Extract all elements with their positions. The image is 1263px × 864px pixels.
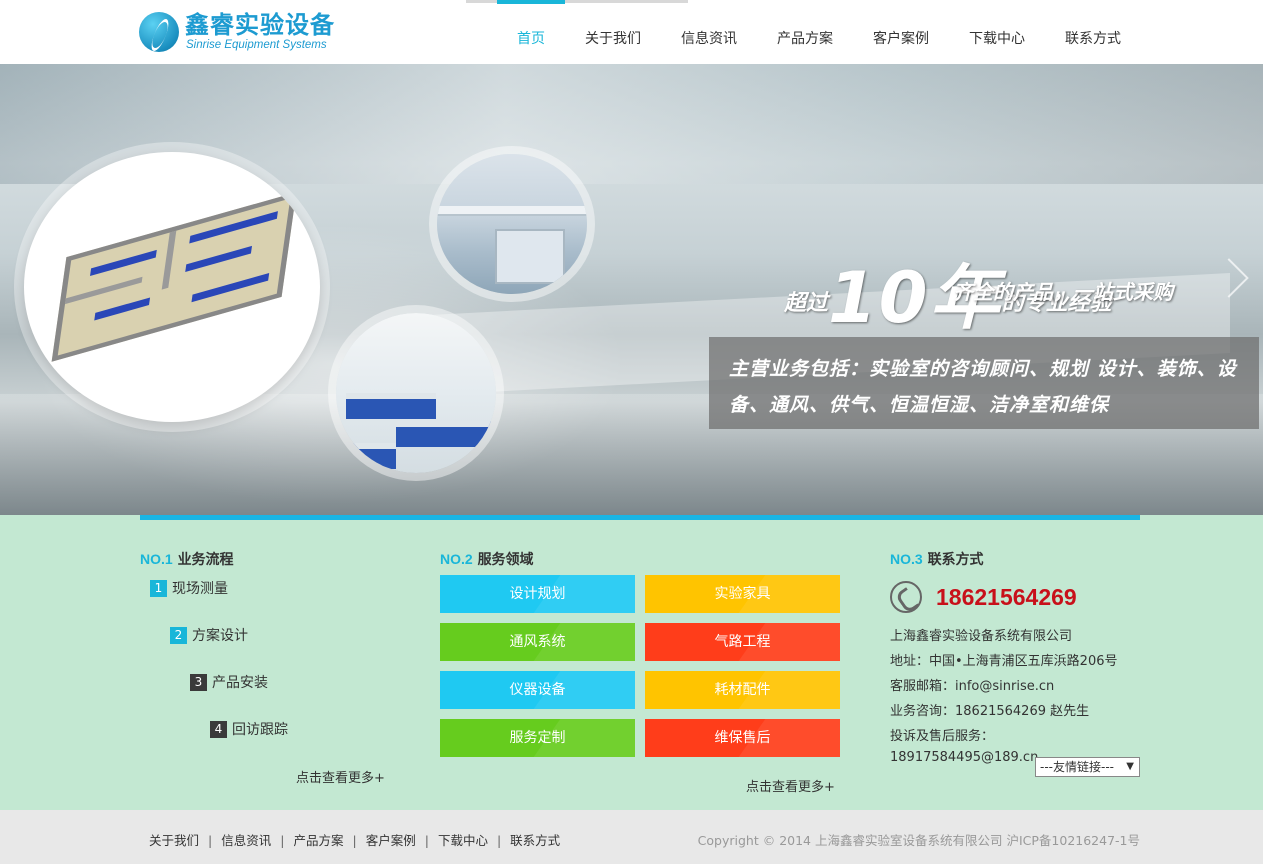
step-label: 现场测量	[172, 581, 228, 597]
nav-item-downloads[interactable]: 下载中心	[949, 0, 1045, 64]
business-scope-text: 主营业务包括：实验室的咨询顾问、规划 设计、装饰、设备、通风、供气、恒温恒湿、洁…	[729, 358, 1237, 416]
main-nav: 首页 关于我们 信息资讯 产品方案 客户案例 下载中心 联系方式	[497, 0, 1141, 64]
step-number: 3	[190, 673, 207, 691]
service-ventilation-button[interactable]: 通风系统	[440, 623, 635, 661]
service-consumables-button[interactable]: 耗材配件	[645, 671, 840, 709]
site-footer: 关于我们 | 信息资讯 | 产品方案 | 客户案例 | 下载中心 | 联系方式 Copyright …	[0, 810, 1263, 864]
step-label: 回访跟踪	[232, 722, 288, 738]
services-more-link[interactable]: 点击查看更多+	[746, 776, 835, 795]
services-title: NO.2 服务领域	[440, 549, 534, 569]
step-label: 产品安装	[212, 675, 268, 691]
company-address: 地址：中国•上海青浦区五库浜路206号	[890, 654, 1118, 669]
features-section: NO.1 业务流程 1 现场测量 2 方案设计 3 产品安装 4 回访跟踪 点击…	[0, 515, 1263, 810]
nav-item-products[interactable]: 产品方案	[757, 0, 853, 64]
footer-link-downloads[interactable]: 下载中心	[438, 833, 488, 848]
nav-item-home[interactable]: 首页	[497, 0, 565, 64]
service-design-button[interactable]: 设计规划	[440, 575, 635, 613]
logo-text-cn: 鑫睿实验设备	[185, 11, 335, 39]
footer-separator: |	[280, 833, 285, 848]
complaint-label: 投诉及售后服务：	[890, 729, 995, 744]
contact-title: NO.3 联系方式	[890, 549, 984, 569]
nav-item-about[interactable]: 关于我们	[565, 0, 661, 64]
process-step: 4 回访跟踪	[210, 719, 288, 739]
contact-title-text: 联系方式	[927, 552, 984, 568]
process-step: 3 产品安装	[190, 672, 268, 692]
step-label: 方案设计	[192, 628, 248, 644]
process-number: NO.1	[140, 551, 173, 567]
process-step: 2 方案设计	[170, 625, 248, 645]
service-instruments-button[interactable]: 仪器设备	[440, 671, 635, 709]
business-scope-box: 主营业务包括：实验室的咨询顾问、规划 设计、装饰、设备、通风、供气、恒温恒湿、洁…	[709, 337, 1259, 429]
nav-item-news[interactable]: 信息资讯	[661, 0, 757, 64]
footer-link-about[interactable]: 关于我们	[149, 833, 199, 848]
chevron-down-icon: ▼	[1126, 761, 1134, 772]
hero-banner[interactable]: 超过10年的专业经验 齐全的产品，一站式采购 主营业务包括：实验室的咨询顾问、规…	[0, 64, 1263, 515]
footer-link-cases[interactable]: 客户案例	[366, 833, 416, 848]
services-title-text: 服务领域	[477, 552, 534, 568]
footer-nav: 关于我们 | 信息资讯 | 产品方案 | 客户案例 | 下载中心 | 联系方式	[149, 830, 560, 849]
footer-link-news[interactable]: 信息资讯	[221, 833, 271, 848]
footer-link-products[interactable]: 产品方案	[293, 833, 343, 848]
nav-item-contact[interactable]: 联系方式	[1045, 0, 1141, 64]
footer-separator: |	[496, 833, 502, 848]
logo-icon	[139, 12, 179, 52]
step-number: 2	[170, 626, 187, 644]
features-top-line	[140, 515, 1140, 520]
service-gas-button[interactable]: 气路工程	[645, 623, 840, 661]
lab-room-image	[336, 313, 496, 473]
company-email: 客服邮箱：info@sinrise.cn	[890, 679, 1055, 694]
friendly-links-select[interactable]: ---友情链接--- ▼	[1035, 757, 1140, 777]
site-header: 鑫睿实验设备 Sinrise Equipment Systems 首页 关于我们…	[0, 0, 1263, 64]
phone-row: 18621564269	[890, 581, 1077, 613]
complaint-email: 18917584495@189.cn	[890, 750, 1039, 765]
footer-separator: |	[208, 833, 213, 848]
step-number: 1	[150, 579, 167, 597]
contact-number: NO.3	[890, 551, 923, 567]
footer-separator: |	[424, 833, 429, 848]
phone-number: 18621564269	[936, 583, 1077, 610]
services-number: NO.2	[440, 551, 473, 567]
fume-hood-image	[437, 154, 587, 294]
logo-text-en: Sinrise Equipment Systems	[186, 39, 327, 51]
friendly-links-selected: ---友情链接---	[1040, 760, 1114, 774]
service-furniture-button[interactable]: 实验家具	[645, 575, 840, 613]
lab-floorplan-illustration	[51, 192, 297, 362]
business-consult: 业务咨询：18621564269 赵先生	[890, 704, 1090, 719]
copyright-text: Copyright © 2014 上海鑫睿实验室设备系统有限公司 沪ICP备10…	[697, 833, 1140, 848]
site-logo[interactable]: 鑫睿实验设备 Sinrise Equipment Systems	[139, 11, 349, 55]
service-custom-button[interactable]: 服务定制	[440, 719, 635, 757]
footer-separator: |	[352, 833, 357, 848]
service-maintenance-button[interactable]: 维保售后	[645, 719, 840, 757]
banner-slogan-products: 齐全的产品，一站式采购	[953, 280, 1173, 304]
company-name: 上海鑫睿实验设备系统有限公司	[890, 629, 1073, 644]
process-title: NO.1 业务流程	[140, 549, 234, 569]
footer-link-contact[interactable]: 联系方式	[510, 833, 560, 848]
lab-layout-image	[24, 152, 320, 422]
phone-icon	[890, 581, 922, 613]
step-number: 4	[210, 720, 227, 738]
process-title-text: 业务流程	[177, 552, 234, 568]
process-step: 1 现场测量	[150, 578, 228, 598]
slogan-prefix: 超过	[784, 291, 829, 316]
nav-item-cases[interactable]: 客户案例	[853, 0, 949, 64]
process-more-link[interactable]: 点击查看更多+	[296, 767, 385, 786]
